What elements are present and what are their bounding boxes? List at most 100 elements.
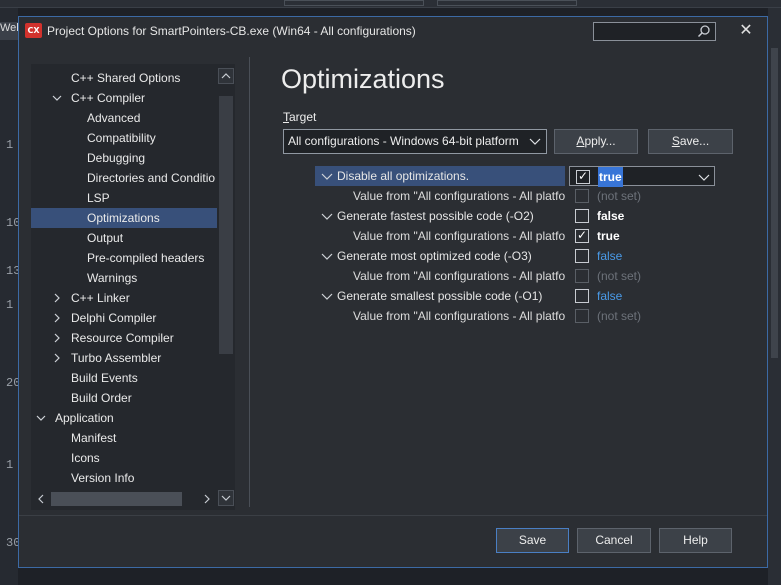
checkbox[interactable] [575, 289, 589, 303]
property-value-cell[interactable]: false [569, 246, 715, 266]
property-name-cell[interactable]: Value from "All configurations - All pla… [315, 266, 565, 286]
property-value: true [597, 229, 620, 243]
property-name-cell[interactable]: Value from "All configurations - All pla… [315, 306, 565, 326]
tree-item-manifest[interactable]: Manifest [31, 428, 217, 448]
tree-item-application[interactable]: Application [31, 408, 217, 428]
tree-item-label: Resource Compiler [71, 331, 174, 345]
property-value-cell: ✓ true [569, 226, 715, 246]
tree-item-advanced[interactable]: Advanced [31, 108, 217, 128]
tree-item-cpp-compiler[interactable]: C++ Compiler [31, 88, 217, 108]
tree-item-label: Turbo Assembler [71, 351, 162, 365]
tree-item-cpp-linker[interactable]: C++ Linker [31, 288, 217, 308]
property-value: false [597, 249, 623, 263]
scrollbar-thumb[interactable] [51, 492, 182, 506]
tree-item-turbo-assembler[interactable]: Turbo Assembler [31, 348, 217, 368]
dialog-title: Project Options for SmartPointers-CB.exe… [47, 24, 416, 38]
target-select[interactable]: All configurations - Windows 64-bit plat… [283, 129, 547, 154]
property-value-cell[interactable]: false [569, 206, 715, 226]
tree-item-version-info[interactable]: Version Info [31, 468, 217, 488]
save-options-button[interactable]: Save... [648, 129, 733, 154]
tree-item-cpp-shared-options[interactable]: C++ Shared Options [31, 68, 217, 88]
property-name-cell[interactable]: Generate fastest possible code (-O2) [315, 206, 565, 226]
chevron-down-icon[interactable] [321, 206, 333, 226]
tree-item-optimizations[interactable]: Optimizations [31, 208, 217, 228]
close-button[interactable]: ✕ [731, 19, 761, 43]
tree-horizontal-scrollbar[interactable] [31, 490, 217, 508]
checkbox: ✓ [575, 228, 589, 243]
tree-item-debugging[interactable]: Debugging [31, 148, 217, 168]
ide-editor-scrollbar[interactable] [768, 8, 781, 585]
chevron-right-icon[interactable] [51, 348, 63, 368]
page-title: Optimizations [281, 64, 445, 94]
tree-item-label: Directories and Conditio [87, 171, 216, 185]
options-search-input[interactable] [593, 22, 716, 41]
chevron-down-icon[interactable] [321, 286, 333, 306]
property-name-cell[interactable]: Generate most optimized code (-O3) [315, 246, 565, 266]
tree-item-directories-and-conditionals[interactable]: Directories and Conditio [31, 168, 217, 188]
property-name-cell[interactable]: Generate smallest possible code (-O1) [315, 286, 565, 306]
chevron-down-icon[interactable] [321, 246, 333, 266]
property-name-cell[interactable]: Value from "All configurations - All pla… [315, 186, 565, 206]
save-label: ave... [679, 134, 710, 148]
property-value: (not set) [597, 269, 642, 283]
checkbox[interactable] [575, 209, 589, 223]
property-row-generate-fastest-code[interactable]: Generate fastest possible code (-O2) fal… [315, 206, 715, 226]
tree-item-pre-compiled-headers[interactable]: Pre-compiled headers [31, 248, 217, 268]
scroll-right-icon[interactable] [199, 491, 215, 507]
checkbox [575, 309, 589, 323]
tree-item-label: Delphi Compiler [71, 311, 157, 325]
tree-item-delphi-compiler[interactable]: Delphi Compiler [31, 308, 217, 328]
checkbox [575, 269, 589, 283]
ide-editor-tab[interactable]: Welc [0, 22, 18, 40]
cancel-button[interactable]: Cancel [577, 528, 651, 553]
property-name-cell[interactable]: Value from "All configurations - All pla… [315, 226, 565, 246]
property-value-cell: (not set) [569, 306, 715, 326]
property-row-generate-smallest-code[interactable]: Generate smallest possible code (-O1) fa… [315, 286, 715, 306]
scroll-down-icon[interactable] [218, 490, 234, 506]
apply-button[interactable]: Apply... [554, 129, 638, 154]
property-value-cell: (not set) [569, 266, 715, 286]
chevron-down-icon[interactable] [321, 166, 333, 186]
checkbox [575, 189, 589, 203]
tree-item-output[interactable]: Output [31, 228, 217, 248]
checkbox[interactable]: ✓ [576, 169, 590, 184]
chevron-right-icon[interactable] [51, 308, 63, 328]
property-row-inherited-value[interactable]: Value from "All configurations - All pla… [315, 226, 715, 246]
tree-item-icons[interactable]: Icons [31, 448, 217, 468]
tree-item-compatibility[interactable]: Compatibility [31, 128, 217, 148]
line-number: 1 [6, 458, 14, 472]
chevron-down-icon[interactable] [35, 408, 47, 428]
scroll-left-icon[interactable] [33, 491, 49, 507]
ide-toolbar-strip [0, 0, 781, 8]
property-row-generate-most-optimized-code[interactable]: Generate most optimized code (-O3) false [315, 246, 715, 266]
chevron-down-icon[interactable] [51, 88, 63, 108]
property-value-cell[interactable]: false [569, 286, 715, 306]
scroll-up-icon[interactable] [218, 68, 234, 84]
checkmark-icon: ✓ [577, 169, 589, 183]
scrollbar-thumb[interactable] [771, 48, 778, 358]
save-button[interactable]: Save [496, 528, 569, 553]
property-name-cell[interactable]: Disable all optimizations. [315, 166, 565, 186]
property-value: false [597, 209, 625, 223]
tree-item-label: Build Order [71, 391, 132, 405]
property-row-inherited-value[interactable]: Value from "All configurations - All pla… [315, 266, 715, 286]
help-button[interactable]: Help [659, 528, 732, 553]
property-row-inherited-value[interactable]: Value from "All configurations - All pla… [315, 306, 715, 326]
dialog-titlebar[interactable]: CX Project Options for SmartPointers-CB.… [19, 17, 767, 45]
target-label-text: arget [289, 110, 317, 124]
scrollbar-thumb[interactable] [219, 96, 233, 354]
chevron-right-icon[interactable] [51, 328, 63, 348]
tree-item-label: Optimizations [87, 211, 160, 225]
property-row-inherited-value[interactable]: Value from "All configurations - All pla… [315, 186, 715, 206]
tree-item-resource-compiler[interactable]: Resource Compiler [31, 328, 217, 348]
property-name: Value from "All configurations - All pla… [353, 189, 565, 203]
property-row-disable-all-optimizations[interactable]: Disable all optimizations. ✓ true [315, 166, 715, 187]
tree-vertical-scrollbar[interactable] [217, 64, 235, 510]
tree-item-build-order[interactable]: Build Order [31, 388, 217, 408]
chevron-right-icon[interactable] [51, 288, 63, 308]
tree-item-lsp[interactable]: LSP [31, 188, 217, 208]
property-value-dropdown[interactable]: ✓ true [569, 166, 715, 187]
tree-item-warnings[interactable]: Warnings [31, 268, 217, 288]
checkbox[interactable] [575, 249, 589, 263]
tree-item-build-events[interactable]: Build Events [31, 368, 217, 388]
